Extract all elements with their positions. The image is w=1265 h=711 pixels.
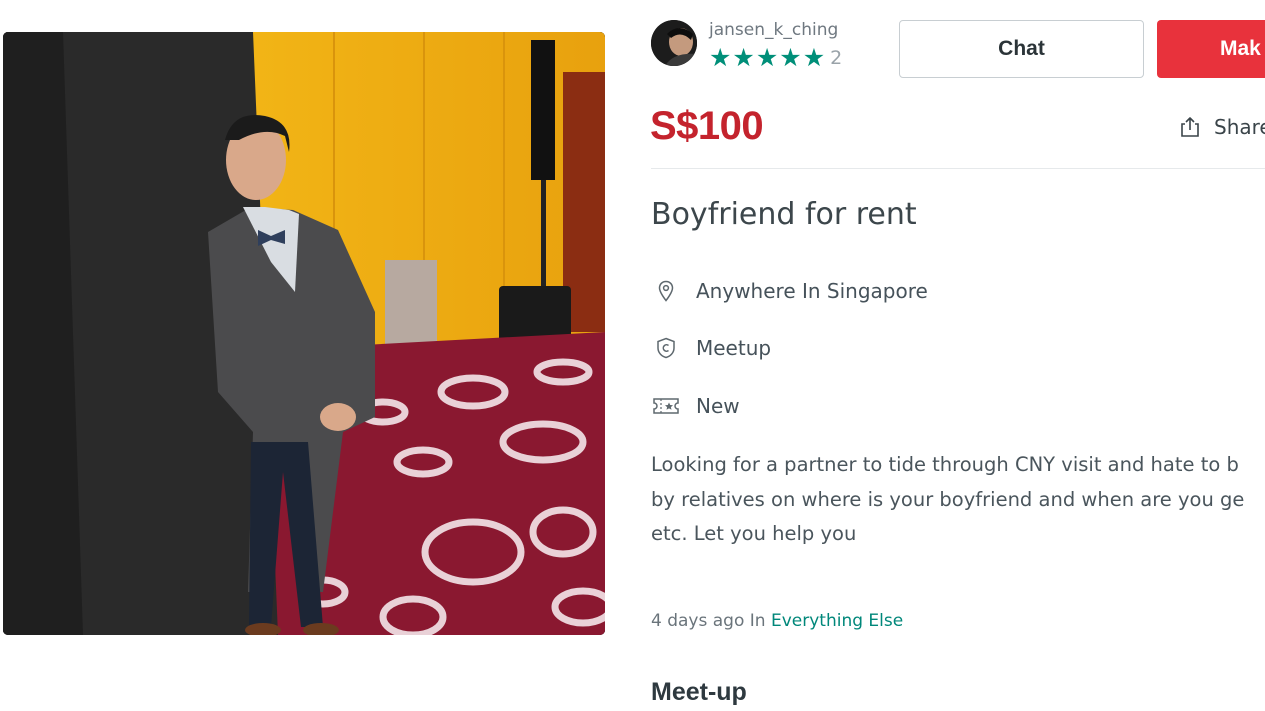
- condition-text: New: [696, 394, 740, 418]
- condition-row: New: [652, 392, 740, 420]
- star-icon: ★: [779, 43, 802, 72]
- review-count[interactable]: 2: [830, 46, 842, 70]
- description-line: by relatives on where is your boyfriend …: [651, 487, 1245, 511]
- listing-description: Looking for a partner to tide through CN…: [651, 448, 1265, 552]
- share-label: Share: [1214, 115, 1265, 139]
- listing-price: S$100: [650, 104, 764, 148]
- listing-title: Boyfriend for rent: [651, 197, 917, 232]
- seller-avatar[interactable]: [651, 20, 697, 66]
- deal-method-row: Meetup: [652, 334, 771, 362]
- seller-avatar-image: [651, 20, 697, 66]
- star-icon: ★: [732, 43, 755, 72]
- deal-method-text: Meetup: [696, 336, 772, 360]
- category-link[interactable]: Everything Else: [771, 611, 903, 631]
- listing-meta: 4 days ago In Everything Else: [651, 611, 903, 631]
- share-icon: [1181, 117, 1199, 137]
- posted-time: 4 days ago In: [651, 611, 771, 631]
- make-offer-button[interactable]: Mak: [1157, 20, 1265, 78]
- meetup-badge-icon: [652, 334, 680, 362]
- star-icon: ★: [802, 43, 826, 72]
- listing-photo[interactable]: [3, 32, 605, 635]
- new-ticket-icon: [652, 392, 680, 420]
- location-text: Anywhere In Singapore: [696, 279, 928, 303]
- location-row: Anywhere In Singapore: [652, 277, 928, 305]
- map-pin-icon: [652, 277, 680, 305]
- description-line: Looking for a partner to tide through CN…: [651, 453, 1239, 476]
- listing-photo-image: [3, 32, 605, 635]
- meetup-section-heading: Meet-up: [651, 678, 747, 706]
- chat-button[interactable]: Chat: [899, 20, 1144, 78]
- seller-rating: ★ ★ ★ ★ ★ 2: [709, 43, 842, 72]
- seller-username[interactable]: jansen_k_ching: [709, 20, 838, 40]
- price-divider: [651, 168, 1265, 169]
- star-icon: ★: [755, 43, 779, 72]
- star-icon: ★: [709, 43, 732, 72]
- share-button[interactable]: Share: [1178, 115, 1265, 139]
- description-line: etc. Let you help you: [651, 522, 857, 545]
